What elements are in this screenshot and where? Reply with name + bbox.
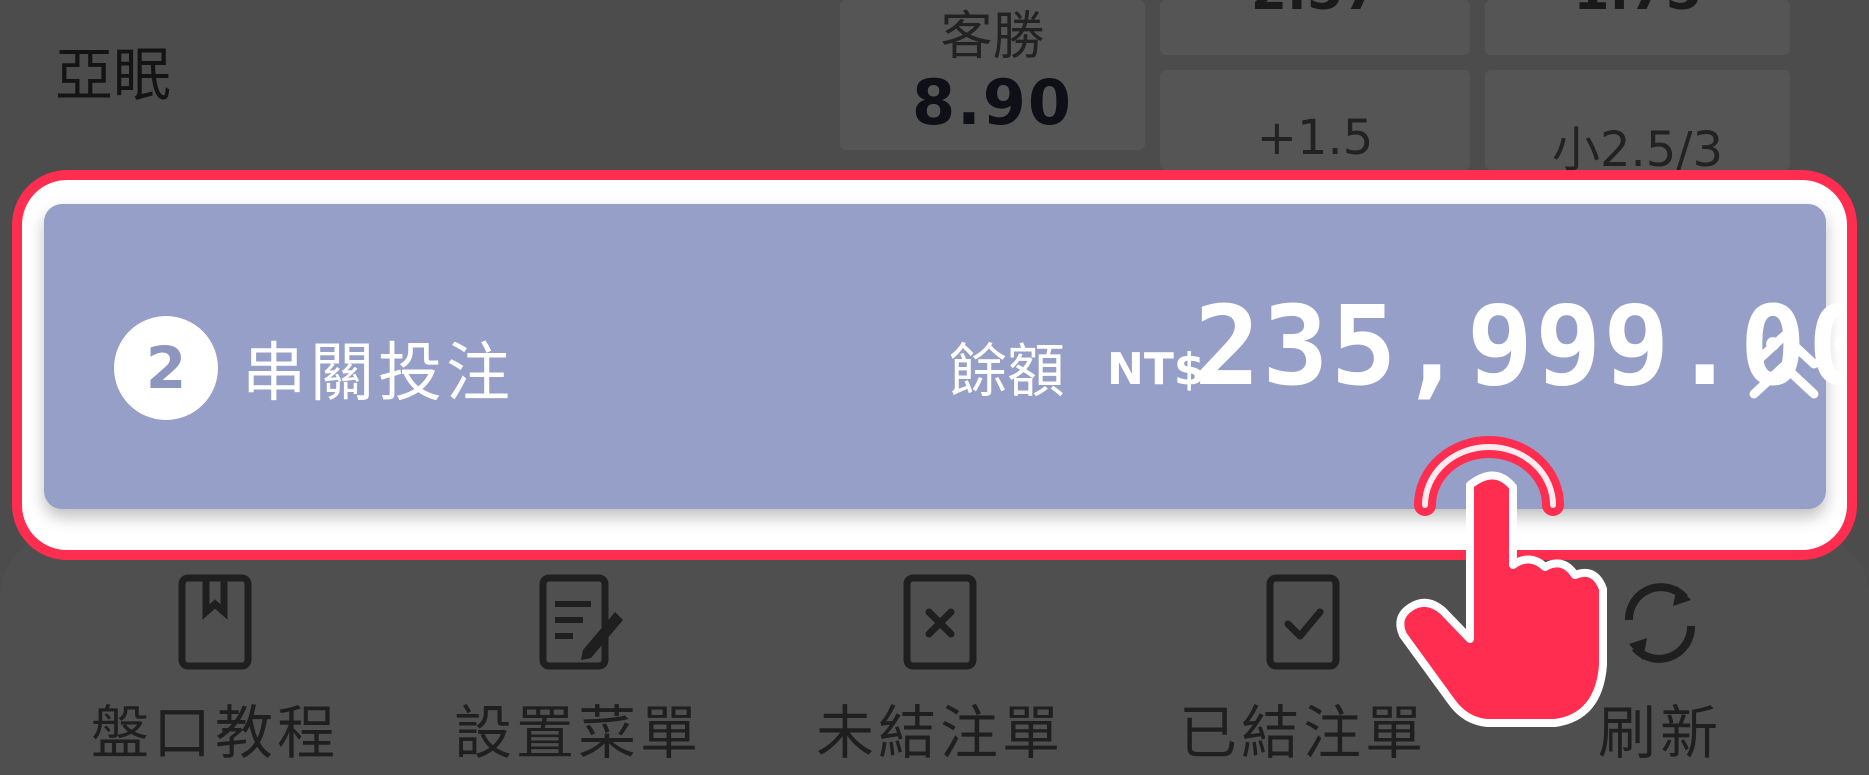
document-x-icon <box>903 574 977 670</box>
handicap-value: +1.5 <box>1256 110 1374 166</box>
balance-label: 餘額 <box>949 337 1066 405</box>
nav-item-tutorial[interactable]: 盤口教程 <box>65 572 365 770</box>
nav-item-settings[interactable]: 設置菜單 <box>428 572 728 770</box>
chevron-double-up-icon[interactable] <box>1744 324 1824 404</box>
col3-top-odds: 1.75 <box>1485 0 1790 22</box>
nav-item-unsettled[interactable]: 未結注單 <box>790 572 1090 770</box>
away-win-odds: 8.90 <box>912 66 1073 139</box>
col2-top-odds: 2.57 <box>1160 0 1470 22</box>
nav-label: 盤口教程 <box>90 699 339 767</box>
nav-label: 未結注單 <box>815 699 1064 767</box>
bet-count-badge: 2 <box>114 316 218 420</box>
tap-hand-icon <box>1396 436 1607 727</box>
bookmark-book-icon <box>178 574 252 670</box>
team-name: 亞眠 <box>55 41 172 109</box>
document-check-icon <box>1266 574 1340 670</box>
betslip-title: 串關投注 <box>242 337 514 411</box>
currency-label: NT$ <box>1107 344 1205 395</box>
away-win-label: 客勝 <box>940 7 1045 67</box>
edit-document-icon <box>539 574 623 670</box>
nav-label: 設置菜單 <box>453 699 702 767</box>
